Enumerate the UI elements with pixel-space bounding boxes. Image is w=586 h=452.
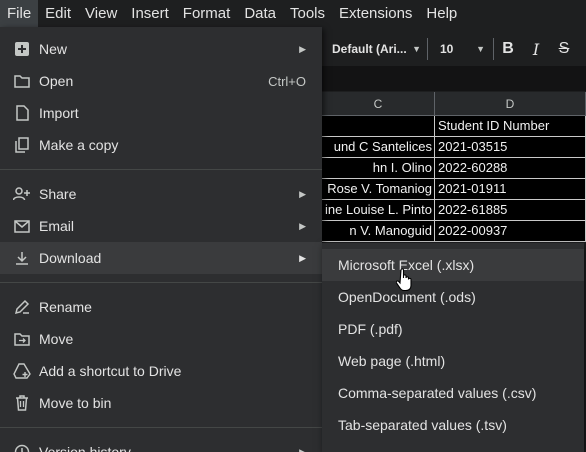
cell[interactable]	[322, 116, 435, 137]
toolbar: Default (Ari... ▼ 10 ▼ B I S	[322, 34, 586, 64]
menu-edit[interactable]: Edit	[38, 0, 78, 27]
person-add-icon	[13, 185, 31, 203]
chevron-down-icon: ▼	[412, 44, 421, 54]
font-family-value: Default (Ari...	[332, 42, 407, 56]
submenu-arrow-icon: ▶	[299, 446, 306, 452]
menu-item-new[interactable]: New ▶	[0, 33, 322, 65]
spreadsheet-grid: C D Student ID Number und C Santelices 2…	[322, 92, 586, 242]
menu-help[interactable]: Help	[419, 0, 464, 27]
chevron-down-icon: ▼	[476, 44, 485, 54]
menu-item-move-to-bin[interactable]: Move to bin	[0, 387, 322, 419]
formula-bar[interactable]	[322, 66, 586, 91]
menu-item-label: Add a shortcut to Drive	[39, 363, 182, 379]
shortcut-text: Ctrl+O	[268, 73, 306, 89]
menu-item-move[interactable]: Move	[0, 323, 322, 355]
download-csv[interactable]: Comma-separated values (.csv)	[322, 377, 584, 409]
menu-item-label: Email	[39, 218, 75, 234]
submenu-arrow-icon: ▶	[299, 188, 306, 199]
menu-item-download[interactable]: Download ▶	[0, 242, 322, 274]
table-row: hn I. Olino 2022-60288	[322, 158, 586, 179]
cell[interactable]: Student ID Number	[435, 116, 586, 137]
menu-data[interactable]: Data	[237, 0, 283, 27]
menu-extensions[interactable]: Extensions	[332, 0, 419, 27]
menu-format[interactable]: Format	[176, 0, 238, 27]
table-row: Rose V. Tomaniog 2021-01911	[322, 179, 586, 200]
download-icon	[13, 249, 31, 267]
cell[interactable]: n V. Manoguid	[322, 221, 435, 242]
font-family-select[interactable]: Default (Ari... ▼	[322, 38, 428, 60]
menu-item-label: Rename	[39, 299, 92, 315]
column-headers: C D	[322, 92, 586, 116]
cell[interactable]: und C Santelices	[322, 137, 435, 158]
menu-item-label: Move	[39, 331, 74, 347]
menu-file[interactable]: File	[0, 0, 39, 27]
menu-item-open[interactable]: Open Ctrl+O	[0, 65, 322, 97]
font-size-value: 10	[440, 42, 454, 56]
hand-cursor-icon	[396, 268, 414, 292]
menu-item-version-history[interactable]: Version history ▶	[0, 436, 322, 452]
menu-item-label: Version history	[39, 444, 131, 452]
download-xlsx[interactable]: Microsoft Excel (.xlsx)	[322, 249, 584, 281]
table-row: Student ID Number	[322, 116, 586, 137]
menu-divider	[0, 169, 322, 170]
menu-item-email[interactable]: Email ▶	[0, 210, 322, 242]
cell[interactable]: Rose V. Tomaniog	[322, 179, 435, 200]
menu-view[interactable]: View	[78, 0, 124, 27]
cell[interactable]: 2022-00937	[435, 221, 586, 242]
cell[interactable]: ine Louise L. Pinto	[322, 200, 435, 221]
column-header-d[interactable]: D	[435, 92, 586, 115]
mail-icon	[13, 217, 31, 235]
menu-item-label: Share	[39, 186, 77, 202]
font-size-select[interactable]: 10 ▼	[428, 38, 494, 60]
strikethrough-button[interactable]: S	[550, 40, 578, 58]
menu-divider	[0, 427, 322, 428]
cell[interactable]: 2021-01911	[435, 179, 586, 200]
submenu-arrow-icon: ▶	[299, 220, 306, 231]
download-tsv[interactable]: Tab-separated values (.tsv)	[322, 409, 584, 441]
menu-item-share[interactable]: Share ▶	[0, 178, 322, 210]
italic-button[interactable]: I	[522, 40, 550, 59]
menu-item-label: New	[39, 41, 68, 57]
menu-item-label: Move to bin	[39, 395, 112, 411]
cell[interactable]: 2022-60288	[435, 158, 586, 179]
submenu-arrow-icon: ▶	[299, 252, 306, 263]
rename-icon	[13, 298, 31, 316]
download-html[interactable]: Web page (.html)	[322, 345, 584, 377]
file-menu: New ▶ Open Ctrl+O Import Make a copy Sha…	[0, 27, 322, 452]
bold-button[interactable]: B	[494, 40, 522, 58]
menu-item-label: Import	[39, 105, 79, 121]
file-icon	[13, 104, 31, 122]
menu-item-add-shortcut[interactable]: Add a shortcut to Drive	[0, 355, 322, 387]
column-header-c[interactable]: C	[322, 92, 435, 115]
menu-item-rename[interactable]: Rename	[0, 291, 322, 323]
menu-tools[interactable]: Tools	[283, 0, 332, 27]
download-submenu: Microsoft Excel (.xlsx) OpenDocument (.o…	[322, 243, 584, 452]
download-pdf[interactable]: PDF (.pdf)	[322, 313, 584, 345]
add-box-icon	[13, 40, 31, 58]
table-row: und C Santelices 2021-03515	[322, 137, 586, 158]
cell[interactable]: hn I. Olino	[322, 158, 435, 179]
table-row: ine Louise L. Pinto 2022-61885	[322, 200, 586, 221]
copy-icon	[13, 136, 31, 154]
menu-insert[interactable]: Insert	[124, 0, 176, 27]
menu-item-import[interactable]: Import	[0, 97, 322, 129]
menu-item-label: Make a copy	[39, 137, 119, 153]
drive-file-move-icon	[13, 330, 31, 348]
cell[interactable]: 2022-61885	[435, 200, 586, 221]
menu-bar: File Edit View Insert Format Data Tools …	[0, 0, 586, 27]
add-to-drive-icon	[13, 362, 31, 380]
trash-icon	[13, 394, 31, 412]
submenu-arrow-icon: ▶	[299, 43, 306, 54]
cell[interactable]: 2021-03515	[435, 137, 586, 158]
menu-divider	[0, 282, 322, 283]
menu-item-label: Open	[39, 73, 74, 89]
menu-item-label: Download	[39, 250, 102, 266]
download-ods[interactable]: OpenDocument (.ods)	[322, 281, 584, 313]
table-row: n V. Manoguid 2022-00937	[322, 221, 586, 242]
folder-icon	[13, 72, 31, 90]
history-icon	[13, 443, 31, 452]
menu-item-make-copy[interactable]: Make a copy	[0, 129, 322, 161]
